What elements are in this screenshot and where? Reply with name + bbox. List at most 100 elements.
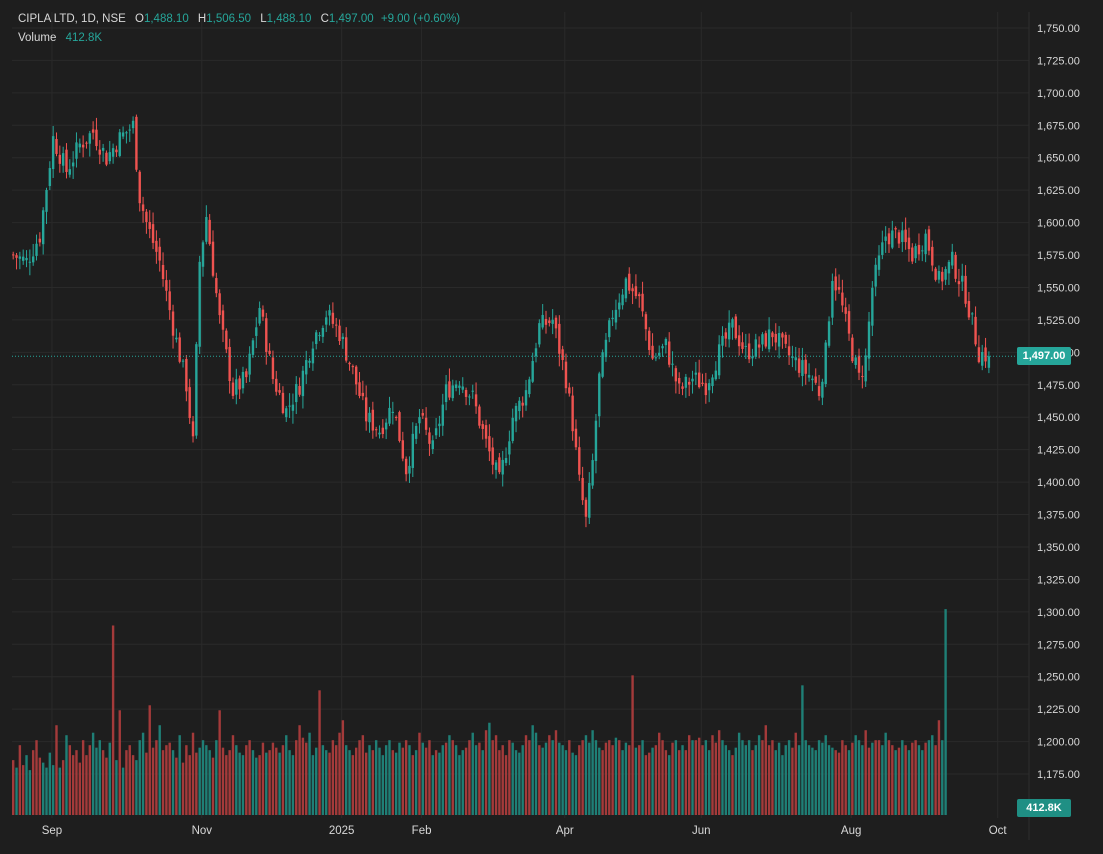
volume-bar <box>494 735 498 815</box>
candle-body <box>734 316 738 339</box>
candle-body <box>404 458 408 475</box>
candle-body <box>634 286 638 297</box>
candle-body <box>48 168 52 187</box>
candle-body <box>884 236 887 241</box>
candle-body <box>161 265 165 279</box>
candle-body <box>817 386 821 396</box>
candle-body <box>245 371 248 378</box>
candle-body <box>28 261 32 263</box>
candle-body <box>488 436 491 452</box>
volume-bar <box>41 762 45 815</box>
volume-label[interactable]: Volume <box>18 32 56 44</box>
candle-body <box>514 405 518 422</box>
candle-body <box>211 241 215 276</box>
volume-bar <box>38 757 42 815</box>
low-value: 1,488.10 <box>266 13 312 25</box>
candle-body <box>441 404 444 426</box>
volume-bar <box>354 747 358 815</box>
volume-bar <box>588 742 591 815</box>
candle-body <box>351 366 355 368</box>
candle-body <box>424 417 428 430</box>
candle-body <box>834 276 837 291</box>
candle-body <box>25 257 28 261</box>
candle-body <box>941 271 944 282</box>
candle-body <box>921 250 924 252</box>
volume-bar <box>634 747 638 815</box>
candle-body <box>171 311 175 336</box>
candlestick-chart[interactable]: 1,750.00 1,725.00 1,700.00 1,675.00 1,650.00… <box>0 0 1103 854</box>
volume-bar <box>827 745 831 815</box>
candle-body <box>618 302 621 310</box>
candle-body <box>944 269 947 280</box>
candle-body <box>451 385 454 399</box>
volume-bar <box>498 750 501 815</box>
candle-body <box>118 132 121 156</box>
volume-bar <box>668 755 671 815</box>
candle-body <box>501 459 504 475</box>
candle-body <box>191 421 195 437</box>
candle-body <box>108 152 111 162</box>
candle-body <box>524 390 528 406</box>
candle-body <box>544 318 548 325</box>
candle-body <box>235 379 238 395</box>
volume-bar <box>12 760 15 815</box>
volume-bar <box>518 752 521 815</box>
candle-body <box>368 412 371 423</box>
candle-body <box>518 400 521 412</box>
volume-bar <box>281 745 285 815</box>
volume-bar <box>531 725 534 815</box>
candle-body <box>391 411 395 414</box>
candle-body <box>538 323 541 345</box>
volume-bar <box>504 755 508 815</box>
volume-bar <box>118 710 121 815</box>
volume-bar <box>245 745 248 815</box>
time-axis[interactable]: Sep Nov 2025 Feb Apr Jun Aug Oct <box>42 825 1008 837</box>
candle-body <box>741 342 744 349</box>
volume-bar <box>48 752 52 815</box>
candle-body <box>974 316 977 345</box>
price-axis[interactable]: 1,750.00 1,725.00 1,700.00 1,675.00 1,650.00… <box>1037 23 1080 781</box>
volume-bar <box>378 747 381 815</box>
volume-bar <box>218 710 221 815</box>
candle-body <box>21 256 25 261</box>
volume-bar <box>265 752 268 815</box>
price-tick-label: 1,450.00 <box>1037 412 1080 424</box>
candle-body <box>364 397 368 422</box>
volume-bar <box>937 720 941 815</box>
candle-body <box>761 334 764 345</box>
candle-body <box>891 230 894 248</box>
candle-body <box>394 416 398 418</box>
price-tick-label: 1,750.00 <box>1037 23 1080 35</box>
candle-body <box>771 332 774 338</box>
volume-bar <box>737 732 741 815</box>
candle-body <box>837 287 841 290</box>
volume-bar <box>644 755 648 815</box>
chart-frame[interactable]: 1,750.00 1,725.00 1,700.00 1,675.00 1,650.00… <box>0 0 1103 854</box>
candle-body <box>661 346 664 349</box>
volume-bar <box>58 767 62 815</box>
volume-bar <box>288 750 291 815</box>
candle-body <box>88 133 91 144</box>
volume-bar <box>401 747 405 815</box>
candle-body <box>105 152 108 165</box>
volume-bar <box>308 732 311 815</box>
volume-bar <box>817 740 821 815</box>
volume-bar <box>115 760 118 815</box>
volume-bar <box>171 750 175 815</box>
candle-body <box>381 427 385 435</box>
price-tick-label: 1,200.00 <box>1037 737 1080 749</box>
candle-body <box>691 378 694 382</box>
price-tick-label: 1,400.00 <box>1037 477 1080 489</box>
symbol-label[interactable]: CIPLA LTD, 1D, NSE <box>18 13 126 25</box>
volume-bar <box>831 747 834 815</box>
volume-bar <box>151 747 155 815</box>
volume-bar <box>61 760 65 815</box>
high-key: H <box>197 13 207 25</box>
volume-bar <box>821 742 824 815</box>
volume-bar <box>71 755 75 815</box>
volume-bar <box>551 740 554 815</box>
volume-bar <box>235 745 238 815</box>
volume-bar <box>374 740 378 815</box>
candle-body <box>528 379 531 395</box>
volume-bar <box>31 750 35 815</box>
